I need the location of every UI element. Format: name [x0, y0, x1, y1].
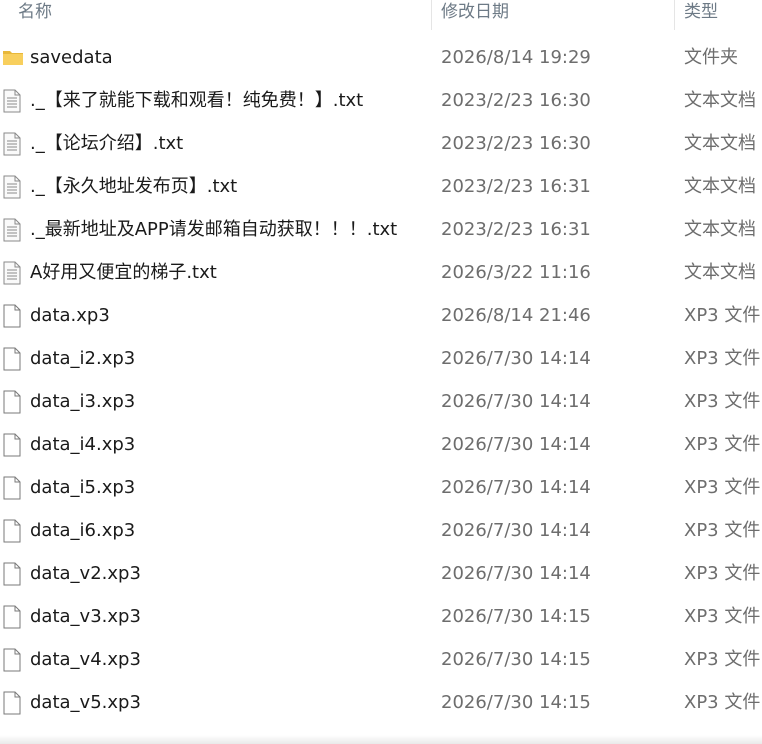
file-row[interactable]: data_i3.xp3 2026/7/30 14:14 XP3 文件 [0, 380, 762, 423]
file-modified-date: 2026/7/30 14:14 [441, 348, 591, 369]
file-row[interactable]: data_v5.xp3 2026/7/30 14:15 XP3 文件 [0, 681, 762, 724]
file-name: data_i2.xp3 [30, 348, 136, 369]
file-name: ._最新地址及APP请发邮箱自动获取！！！.txt [30, 219, 398, 240]
file-type: 文本文档 [684, 176, 756, 197]
file-row[interactable]: ._【论坛介绍】.txt 2023/2/23 16:30 文本文档 [0, 122, 762, 165]
file-row[interactable]: data_v2.xp3 2026/7/30 14:14 XP3 文件 [0, 552, 762, 595]
text-file-icon [2, 218, 24, 242]
file-row[interactable]: data.xp3 2026/8/14 21:46 XP3 文件 [0, 294, 762, 337]
file-row[interactable]: data_i2.xp3 2026/7/30 14:14 XP3 文件 [0, 337, 762, 380]
blank-file-icon [2, 519, 24, 543]
text-file-icon [2, 132, 24, 156]
file-row[interactable]: savedata 2026/8/14 19:29 文件夹 [0, 36, 762, 79]
list-cutoff [0, 735, 762, 744]
file-type: XP3 文件 [684, 348, 761, 369]
blank-file-icon [2, 562, 24, 586]
file-row[interactable]: data_i5.xp3 2026/7/30 14:14 XP3 文件 [0, 466, 762, 509]
file-modified-date: 2026/7/30 14:15 [441, 606, 591, 627]
file-row[interactable]: ._最新地址及APP请发邮箱自动获取！！！.txt 2023/2/23 16:31… [0, 208, 762, 251]
file-name: data_v2.xp3 [30, 563, 141, 584]
file-row[interactable]: data_i4.xp3 2026/7/30 14:14 XP3 文件 [0, 423, 762, 466]
file-type: XP3 文件 [684, 434, 761, 455]
file-type: XP3 文件 [684, 520, 761, 541]
file-name: ._【来了就能下载和观看！纯免费！】.txt [30, 90, 364, 111]
file-list: savedata 2026/8/14 19:29 文件夹 ._【来了就能下载和观看！纯… [0, 36, 762, 724]
file-name: savedata [30, 47, 113, 68]
file-modified-date: 2026/7/30 14:14 [441, 477, 591, 498]
folder-icon [2, 46, 24, 70]
file-modified-date: 2026/3/22 11:16 [441, 262, 591, 283]
file-name: data_i5.xp3 [30, 477, 136, 498]
file-modified-date: 2026/7/30 14:14 [441, 563, 591, 584]
file-name: data_v5.xp3 [30, 692, 141, 713]
file-name: data_v3.xp3 [30, 606, 141, 627]
blank-file-icon [2, 304, 24, 328]
file-modified-date: 2023/2/23 16:31 [441, 219, 591, 240]
column-header-name[interactable]: 名称 [18, 0, 52, 26]
text-file-icon [2, 175, 24, 199]
file-type: 文本文档 [684, 219, 756, 240]
blank-file-icon [2, 605, 24, 629]
file-name: data.xp3 [30, 305, 110, 326]
column-divider[interactable] [431, 0, 432, 30]
file-name: data_i4.xp3 [30, 434, 136, 455]
blank-file-icon [2, 648, 24, 672]
column-divider[interactable] [674, 0, 675, 30]
file-row[interactable]: data_v4.xp3 2026/7/30 14:15 XP3 文件 [0, 638, 762, 681]
file-name: data_i6.xp3 [30, 520, 136, 541]
file-modified-date: 2026/7/30 14:14 [441, 520, 591, 541]
file-row[interactable]: ._【来了就能下载和观看！纯免费！】.txt 2023/2/23 16:30 文本文… [0, 79, 762, 122]
file-modified-date: 2026/8/14 21:46 [441, 305, 591, 326]
file-name: ._【永久地址发布页】.txt [30, 176, 238, 197]
file-type: XP3 文件 [684, 649, 761, 670]
file-modified-date: 2023/2/23 16:31 [441, 176, 591, 197]
file-type: XP3 文件 [684, 563, 761, 584]
file-type: XP3 文件 [684, 305, 761, 326]
blank-file-icon [2, 476, 24, 500]
file-name: data_v4.xp3 [30, 649, 141, 670]
file-row[interactable]: data_v3.xp3 2026/7/30 14:15 XP3 文件 [0, 595, 762, 638]
file-modified-date: 2026/7/30 14:14 [441, 434, 591, 455]
file-type: XP3 文件 [684, 606, 761, 627]
file-type: 文本文档 [684, 90, 756, 111]
file-modified-date: 2026/8/14 19:29 [441, 47, 591, 68]
blank-file-icon [2, 347, 24, 371]
blank-file-icon [2, 433, 24, 457]
file-type: XP3 文件 [684, 391, 761, 412]
file-modified-date: 2023/2/23 16:30 [441, 90, 591, 111]
blank-file-icon [2, 390, 24, 414]
file-name: ._【论坛介绍】.txt [30, 133, 184, 154]
blank-file-icon [2, 691, 24, 715]
text-file-icon [2, 261, 24, 285]
column-header-date[interactable]: 修改日期 [441, 0, 509, 26]
file-type: 文本文档 [684, 133, 756, 154]
file-name: data_i3.xp3 [30, 391, 136, 412]
file-row[interactable]: A好用又便宜的梯子.txt 2026/3/22 11:16 文本文档 [0, 251, 762, 294]
file-type: 文本文档 [684, 262, 756, 283]
file-type: 文件夹 [684, 47, 738, 68]
file-type: XP3 文件 [684, 477, 761, 498]
file-type: XP3 文件 [684, 692, 761, 713]
file-modified-date: 2023/2/23 16:30 [441, 133, 591, 154]
file-modified-date: 2026/7/30 14:15 [441, 649, 591, 670]
column-header-bar: 名称 修改日期 类型 [0, 0, 762, 34]
file-row[interactable]: data_i6.xp3 2026/7/30 14:14 XP3 文件 [0, 509, 762, 552]
file-modified-date: 2026/7/30 14:14 [441, 391, 591, 412]
file-row[interactable]: ._【永久地址发布页】.txt 2023/2/23 16:31 文本文档 [0, 165, 762, 208]
column-header-type[interactable]: 类型 [684, 0, 718, 26]
text-file-icon [2, 89, 24, 113]
file-name: A好用又便宜的梯子.txt [30, 262, 217, 283]
file-modified-date: 2026/7/30 14:15 [441, 692, 591, 713]
